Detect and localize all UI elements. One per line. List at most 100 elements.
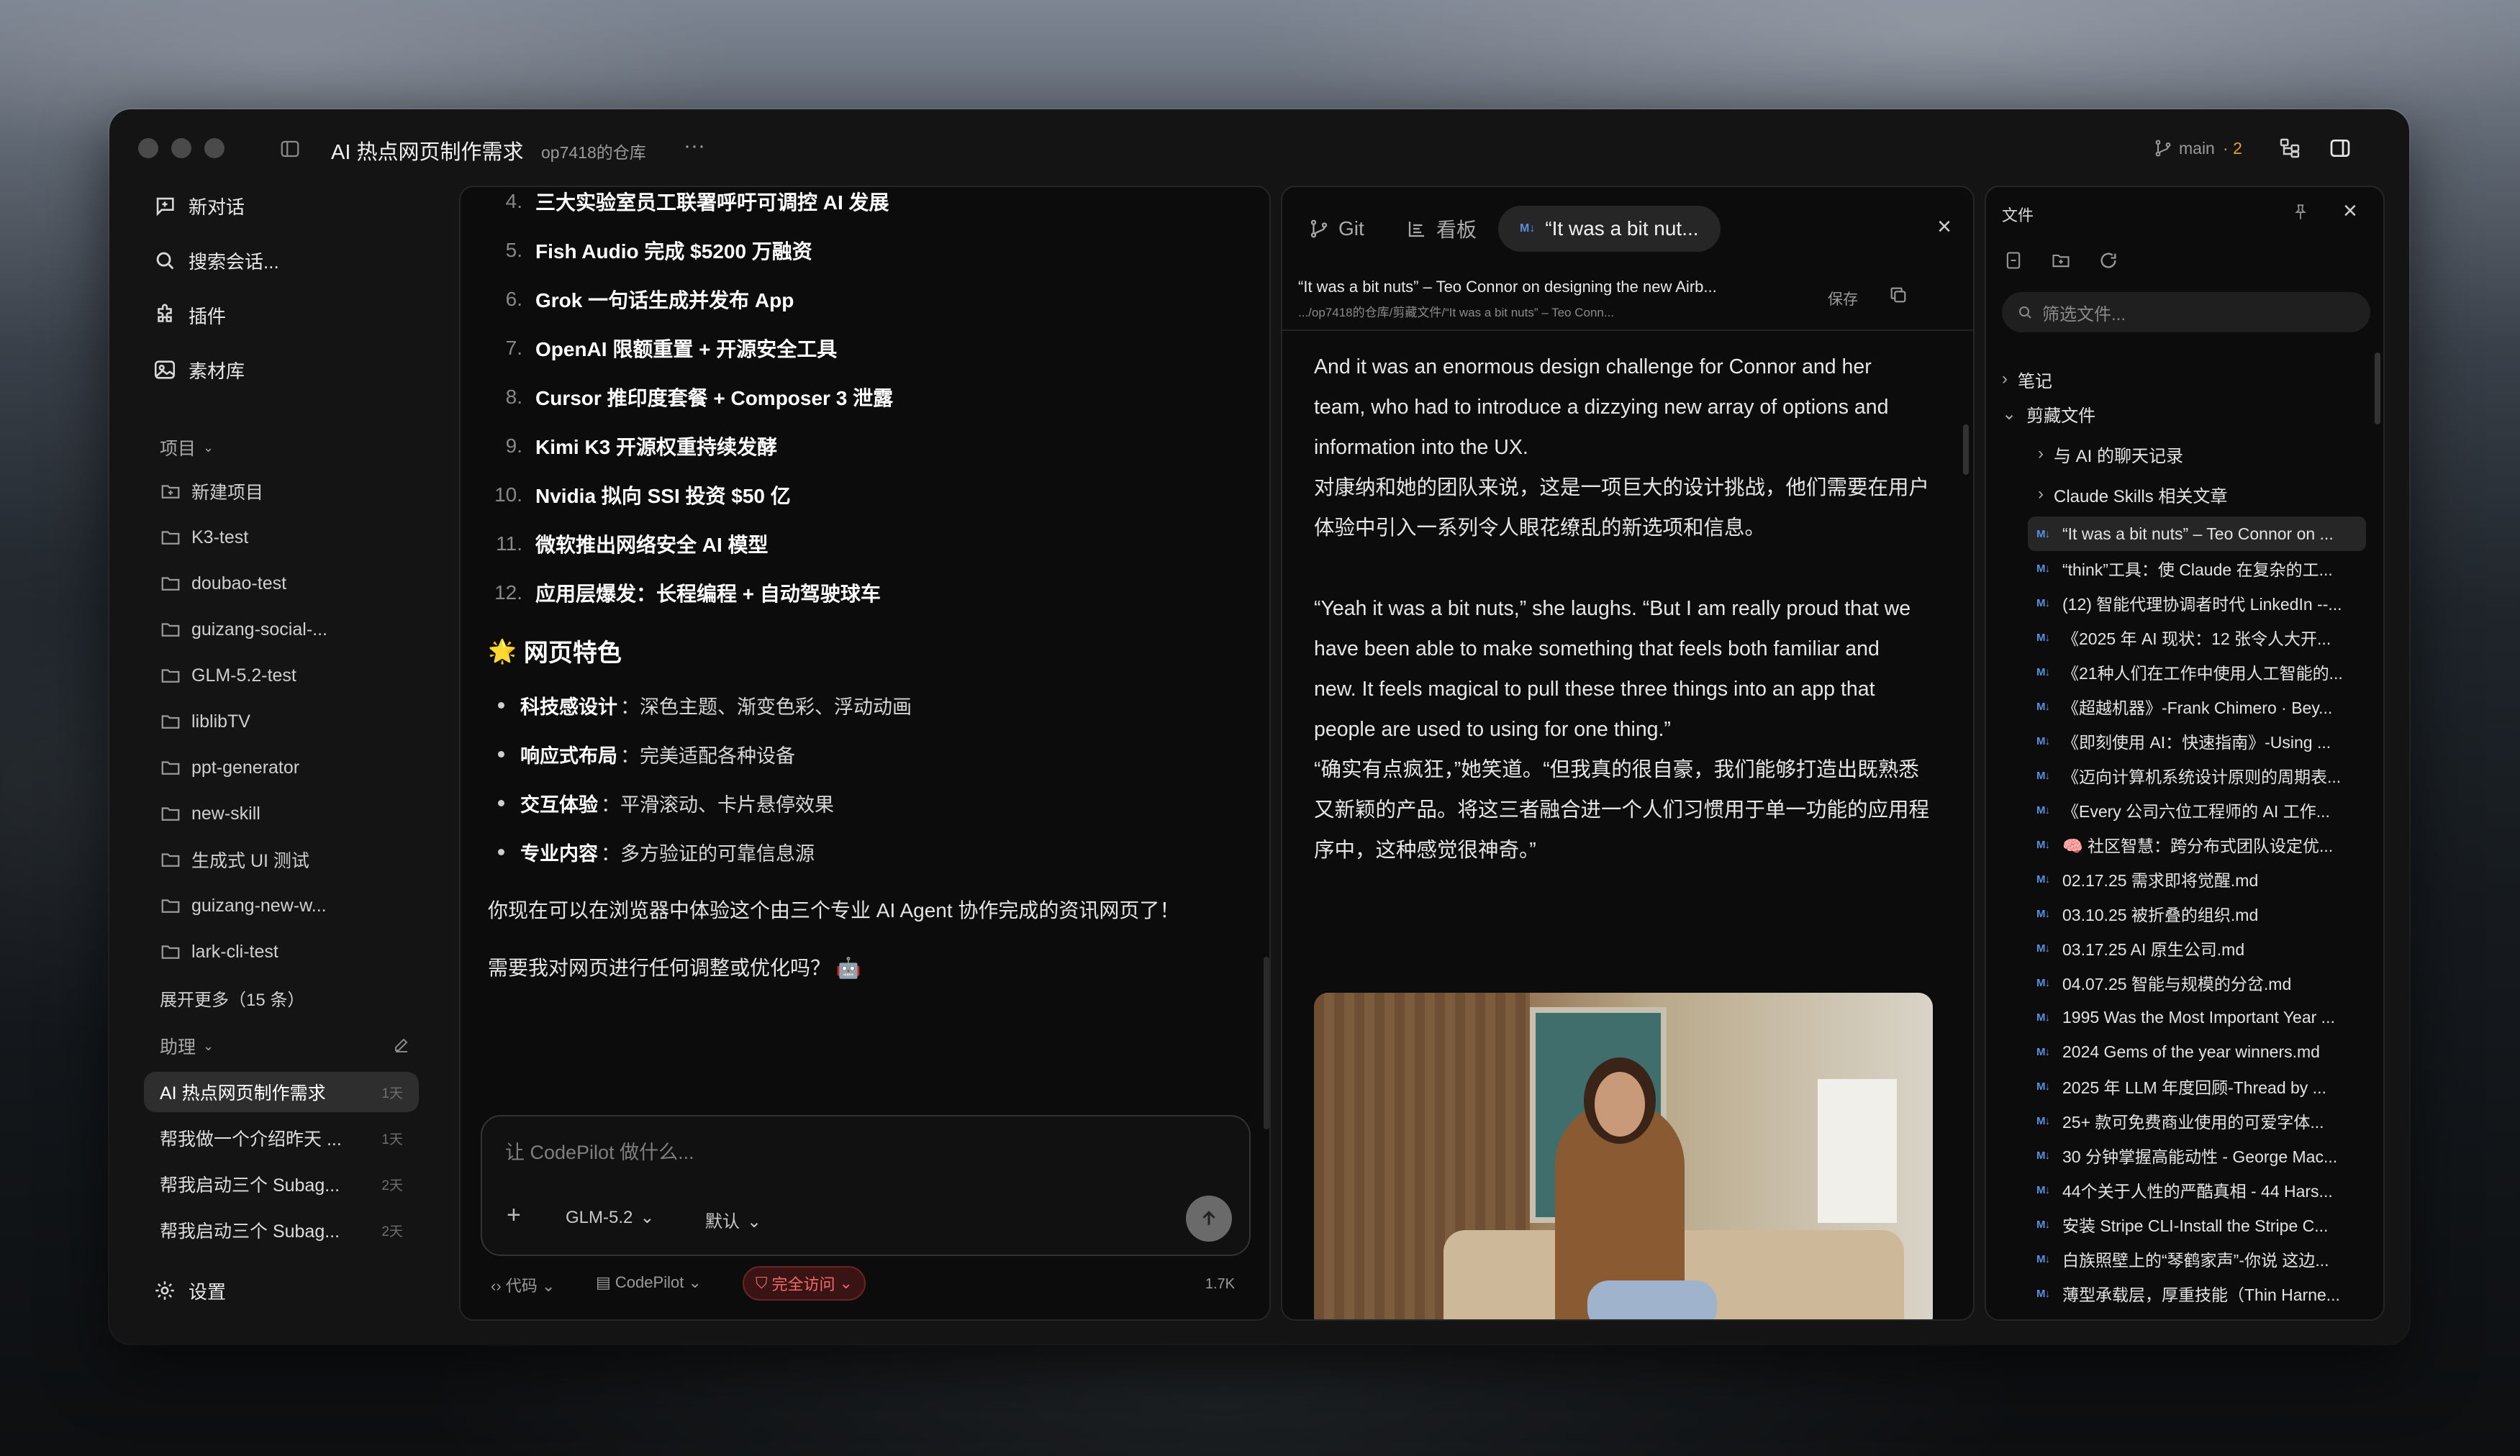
list-text: Kimi K3 开源权重持续发酵 [535,436,778,458]
scrollbar[interactable] [2375,352,2380,424]
folder-icon [160,527,181,548]
file-item[interactable]: M↓ 25+ 款可免费商业使用的可爱字体... [2036,1105,2367,1137]
agent-selector[interactable]: ▤ CodePilot ⌄ [596,1273,702,1292]
prompt-input[interactable]: 让 CodePilot 做什么... [505,1137,694,1165]
folder-claude-skills[interactable]: › Claude Skills 相关文章 [2038,476,2227,512]
file-item[interactable]: M↓ 白族照壁上的“琴鹤家声”-你说 这边... [2036,1243,2367,1275]
pin-icon[interactable] [2291,203,2310,222]
chat-item[interactable]: 帮我做一个介绍昨天 ... 1天 [144,1118,419,1158]
send-button[interactable] [1186,1196,1232,1242]
file-item[interactable]: M↓ 《21种人们在工作中使用人工智能的... [2036,656,2367,688]
sidebar-toggle-icon[interactable] [279,138,301,160]
add-attachment-icon[interactable]: + [507,1201,521,1229]
project-item[interactable]: guizang-social-... [160,611,327,647]
chat-item-active[interactable]: AI 热点网页制作需求 1天 [144,1072,419,1112]
full-access-badge[interactable]: ⛉ 完全访问 ⌄ [743,1266,866,1301]
expand-more-link[interactable]: 展开更多（15 条） [160,986,304,1011]
plugins-label: 插件 [189,305,227,327]
plugins-button[interactable]: 插件 [153,295,226,335]
new-file-icon[interactable] [2003,250,2023,270]
repo-name[interactable]: op7418的仓库 [541,139,646,163]
file-item[interactable]: M↓ 《Every 公司六位工程师的 AI 工作... [2036,794,2367,826]
file-item[interactable]: M↓ 03.17.25 AI 原生公司.md [2036,932,2367,964]
folder-ai-chats[interactable]: › 与 AI 的聊天记录 [2038,436,2183,472]
project-label: guizang-new-w... [191,895,327,916]
close-window-button[interactable] [138,138,158,158]
file-item[interactable]: M↓ 03.10.25 被折叠的组织.md [2036,898,2367,929]
code-mode-button[interactable]: ‹› 代码 ⌄ [491,1273,555,1296]
file-item-active[interactable]: M↓ “It was a bit nuts” – Teo Connor on ..… [2036,518,2367,550]
minimize-window-button[interactable] [171,138,191,158]
filter-input[interactable]: 筛选文件... [2002,292,2370,332]
file-item[interactable]: M↓ 🧠 社区智慧：跨分布式团队设定优... [2036,829,2367,860]
project-item[interactable]: 新建项目 [160,473,263,509]
edit-icon[interactable] [393,1036,410,1053]
refresh-icon[interactable] [2098,250,2118,270]
scrollbar[interactable] [1264,957,1269,1129]
project-item[interactable]: doubao-test [160,565,286,601]
file-label: 《即刻使用 AI：快速指南》-Using ... [2062,733,2331,752]
project-item[interactable]: guizang-new-w... [160,888,327,924]
file-item[interactable]: M↓ 2024 Gems of the year winners.md [2036,1036,2367,1068]
file-item[interactable]: M↓ 安装 Stripe CLI-Install the Stripe C... [2036,1209,2367,1240]
list-text: 三大实验室员工联署呼吁可调控 AI 发展 [535,191,889,214]
tab-board[interactable]: 看板 [1406,206,1477,252]
mode-selector[interactable]: 默认 ⌄ [705,1207,761,1232]
file-label: 03.10.25 被折叠的组织.md [2062,906,2259,924]
file-item[interactable]: M↓ 30 分钟掌握高能动性 - George Mac... [2036,1139,2367,1171]
panel-toggle-icon[interactable] [2329,137,2352,160]
file-item[interactable]: M↓ 02.17.25 需求即将觉醒.md [2036,863,2367,895]
markdown-icon: M↓ [2036,562,2050,575]
file-item[interactable]: M↓ 薄型承载层，厚重技能（Thin Harne... [2036,1278,2367,1309]
assets-button[interactable]: 素材库 [153,350,245,390]
project-item[interactable]: GLM-5.2-test [160,658,296,693]
new-folder-icon[interactable] [2051,250,2071,270]
file-item[interactable]: M↓ 04.07.25 智能与规模的分岔.md [2036,967,2367,998]
markdown-icon: M↓ [2036,1149,2050,1162]
file-label: 薄型承载层，厚重技能（Thin Harne... [2062,1286,2340,1304]
folder-notes[interactable]: › 笔记 [2002,361,2052,397]
search-chats-button[interactable]: 搜索会话... [153,240,279,281]
settings-button[interactable]: 设置 [153,1270,226,1311]
project-item[interactable]: K3-test [160,519,248,555]
project-item[interactable]: ppt-generator [160,750,299,786]
more-options-icon[interactable]: ··· [684,134,705,158]
zoom-window-button[interactable] [204,138,225,158]
file-item[interactable]: M↓ 《即刻使用 AI：快速指南》-Using ... [2036,725,2367,757]
file-item[interactable]: M↓ 《2025 年 AI 现状：12 张令人大开... [2036,622,2367,653]
scrollbar[interactable] [1963,424,1969,475]
folder-label: 剪藏文件 [2026,406,2096,426]
closing-message: 你现在可以在浏览器中体验这个由三个专业 AI Agent 协作完成的资讯网页了！ [488,899,1180,922]
title-bar: AI 热点网页制作需求 op7418的仓库 ··· main · 2 [109,109,2409,186]
project-item[interactable]: liblibTV [160,704,250,740]
file-item[interactable]: M↓ “think”工具：使 Claude 在复杂的工... [2036,552,2367,584]
model-selector[interactable]: GLM-5.2 ⌄ [566,1207,654,1228]
preview-panel: Git 看板 M↓ “It was a bit nut... × “It was … [1281,186,1975,1321]
file-item[interactable]: M↓ 《迈向计算机系统设计原则的周期表... [2036,760,2367,791]
project-item[interactable]: lark-cli-test [160,934,278,970]
file-item[interactable]: M↓ 《超越机器》-Frank Chimero · Bey... [2036,691,2367,722]
save-button[interactable]: 保存 [1828,288,1858,309]
file-item[interactable]: M↓ 2025 年 LLM 年度回顾-Thread by ... [2036,1070,2367,1102]
projects-header[interactable]: 项目 ⌄ [160,434,214,460]
chat-item[interactable]: 帮我启动三个 Subag... 2天 [144,1210,419,1250]
assistant-header[interactable]: 助理 ⌄ [160,1033,214,1059]
file-item[interactable]: M↓ (12) 智能代理协调者时代 LinkedIn --... [2036,587,2367,619]
folder-clippings[interactable]: ⌄ 剪藏文件 [2002,396,2095,432]
file-tree-icon[interactable] [2278,137,2301,160]
file-item[interactable]: M↓ 44个关于人性的严酷真相 - 44 Hars... [2036,1174,2367,1206]
article-line: “确实有点疯狂，”她笑道。“但我真的很自豪，我们能够打造出既熟悉 [1314,758,1919,781]
tab-git[interactable]: Git [1308,206,1364,252]
file-label: 30 分钟掌握高能动性 - George Mac... [2062,1147,2338,1166]
project-item[interactable]: 生成式 UI 测试 [160,842,309,878]
tab-document[interactable]: M↓ “It was a bit nut... [1498,206,1721,252]
project-item[interactable]: new-skill [160,796,260,832]
copy-icon[interactable] [1888,285,1908,305]
close-panel-icon[interactable]: × [1937,213,1952,241]
branch-name[interactable]: main [2179,139,2215,158]
file-label: “It was a bit nuts” – Teo Connor on ... [2062,524,2334,543]
chat-item[interactable]: 帮我启动三个 Subag... 2天 [144,1164,419,1204]
close-panel-icon[interactable]: × [2343,197,2357,225]
file-item[interactable]: M↓ 1995 Was the Most Important Year ... [2036,1001,2367,1033]
new-chat-button[interactable]: 新对话 [153,186,245,226]
